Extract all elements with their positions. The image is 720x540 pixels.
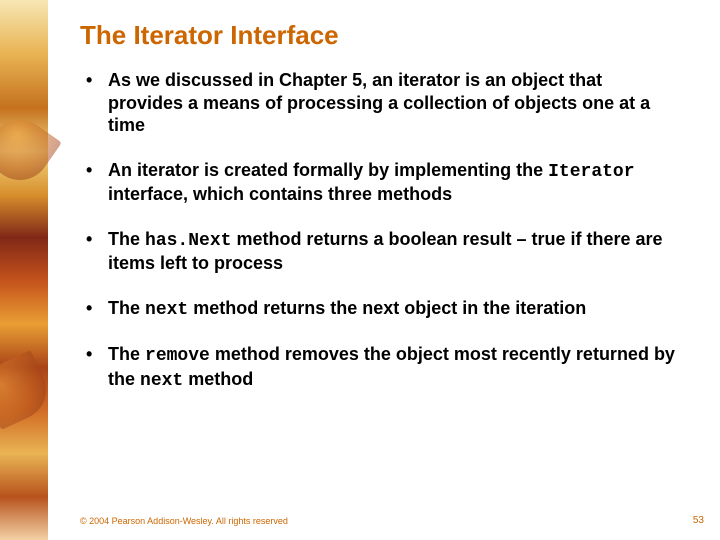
body-text: An iterator is created formally by imple… <box>108 160 548 180</box>
body-text: As we discussed in Chapter 5, an iterato… <box>108 70 650 135</box>
code-text: Iterator <box>548 162 634 182</box>
body-text: method returns the next object in the it… <box>188 298 586 318</box>
body-text: The <box>108 298 145 318</box>
bullet-item: As we discussed in Chapter 5, an iterato… <box>80 69 682 137</box>
code-text: next <box>145 300 188 320</box>
bullet-item: The has.Next method returns a boolean re… <box>80 228 682 275</box>
code-text: next <box>140 371 183 391</box>
slide-content: The Iterator Interface As we discussed i… <box>80 20 690 520</box>
bullet-list: As we discussed in Chapter 5, an iterato… <box>80 69 690 392</box>
body-text: The <box>108 344 145 364</box>
code-text: remove <box>145 346 210 366</box>
bullet-item: The next method returns the next object … <box>80 297 682 322</box>
body-text: The <box>108 229 145 249</box>
bullet-item: The remove method removes the object mos… <box>80 343 682 392</box>
code-text: has.Next <box>145 231 231 251</box>
decorative-leaf-strip <box>0 0 48 540</box>
copyright-footer: © 2004 Pearson Addison-Wesley. All right… <box>80 516 288 526</box>
page-number: 53 <box>693 515 704 526</box>
slide-title: The Iterator Interface <box>80 20 690 51</box>
bullet-item: An iterator is created formally by imple… <box>80 159 682 206</box>
body-text: interface, which contains three methods <box>108 184 452 204</box>
body-text: method <box>183 369 253 389</box>
